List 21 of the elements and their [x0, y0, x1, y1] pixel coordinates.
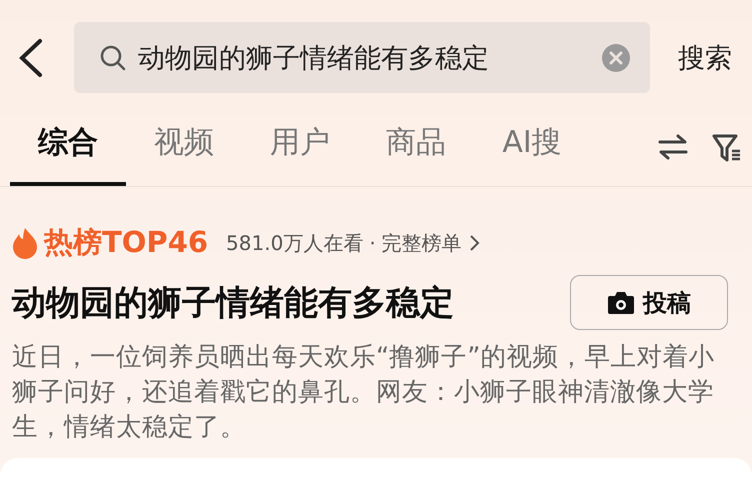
tab[interactable]: 商品 [358, 122, 474, 186]
chevron-icon[interactable] [468, 234, 480, 252]
hot-rank: 热榜TOP46 [44, 224, 208, 261]
search-text: 动物园的狮子情绪能有多稳定 [138, 42, 490, 76]
viewer-count: 581.0万人在看 [226, 230, 364, 256]
tab[interactable]: 用户 [242, 122, 358, 186]
camera-icon [607, 290, 635, 314]
search-icon [100, 44, 126, 70]
swap-icon[interactable] [658, 134, 688, 160]
flame-icon [12, 227, 38, 259]
topic-description: 近日，一位饲养员晒出每天欢乐“撸狮子”的视频，早上对着小狮子问好，还追着戳它的鼻孔。网友：小狮子眼神清澈像大学生，情绪太稳定了。 [12, 341, 716, 444]
topic-title: 动物园的狮子情绪能有多稳定 [12, 282, 454, 324]
full-list-link[interactable]: 完整榜单 [382, 230, 462, 256]
search-button[interactable]: 搜索 [678, 40, 732, 76]
separator-dot: · [369, 231, 376, 255]
filter-icon[interactable] [712, 134, 742, 162]
tab[interactable]: 综合 [10, 122, 126, 186]
tab[interactable]: AI搜 [474, 122, 590, 186]
tab[interactable]: 视频 [126, 122, 242, 186]
search-field[interactable]: 动物园的狮子情绪能有多稳定 [74, 22, 650, 93]
post-button[interactable]: 投稿 [570, 275, 728, 330]
